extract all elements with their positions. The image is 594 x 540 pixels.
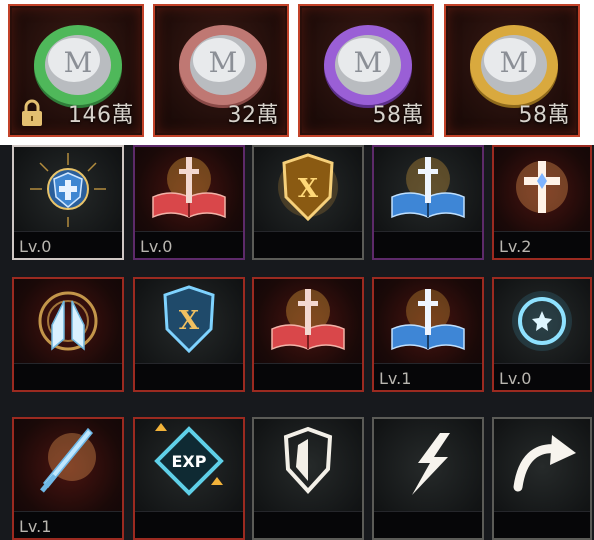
skill-level-bar — [135, 363, 243, 390]
skill-level-bar: Lv.0 — [14, 231, 122, 258]
skill-level: Lv.1 — [19, 517, 52, 536]
skill-slot[interactable] — [492, 417, 592, 540]
skill-level-bar — [254, 231, 362, 258]
blue-cross-shield-icon — [30, 153, 106, 227]
skill-level: Lv.1 — [379, 369, 412, 388]
gold-crest-shield-icon: X — [278, 153, 338, 222]
skill-slot[interactable] — [252, 277, 364, 392]
currency-bar: M 146萬 M 32萬 M 58萬 M 58萬 — [0, 0, 594, 145]
svg-text:EXP: EXP — [172, 452, 207, 471]
skill-slot[interactable]: Lv.0 — [133, 145, 245, 260]
skill-slot[interactable] — [372, 417, 484, 540]
blue-book-sword-icon — [391, 289, 465, 351]
skill-slot[interactable] — [372, 145, 484, 260]
skill-level: Lv.2 — [499, 237, 532, 256]
skill-slot[interactable] — [12, 277, 124, 392]
svg-text:M: M — [500, 46, 529, 79]
red-book-sword-icon — [271, 289, 345, 351]
skill-slot[interactable]: Lv.1 — [372, 277, 484, 392]
skill-level: Lv.0 — [19, 237, 52, 256]
skill-slot[interactable]: Lv.0 — [12, 145, 124, 260]
svg-text:M: M — [64, 46, 93, 79]
coin-amount: 32萬 — [227, 103, 279, 128]
star-ring-icon — [512, 291, 572, 351]
skill-slot[interactable]: Lv.1 — [12, 417, 124, 540]
praying-hands-icon — [38, 291, 98, 351]
split-shield-icon — [283, 426, 333, 494]
skill-level-bar — [374, 511, 482, 538]
skill-slot[interactable]: X — [133, 277, 245, 392]
lightning-bolt-icon — [412, 433, 450, 495]
skill-level-bar — [254, 363, 362, 390]
svg-text:M: M — [209, 46, 238, 79]
coin-slot-gold[interactable]: M 58萬 — [444, 4, 580, 137]
svg-text:X: X — [179, 306, 200, 336]
skill-slot[interactable] — [252, 417, 364, 540]
skill-level-bar — [135, 511, 243, 538]
curved-arrow-icon — [513, 435, 576, 492]
skill-level-bar: Lv.0 — [494, 363, 590, 390]
skill-level-bar: Lv.0 — [135, 231, 243, 258]
coin-amount: 58萬 — [518, 103, 570, 128]
skill-level-bar — [494, 511, 590, 538]
svg-text:X: X — [298, 174, 319, 204]
coin-slot-green[interactable]: M 146萬 — [8, 4, 144, 137]
skill-grid: Lv.0 Lv.0 X Lv.2 X Lv.1 Lv.0 Lv.1 EXP — [0, 145, 594, 540]
exp-boost-icon: EXP — [154, 423, 224, 496]
skill-slot[interactable]: EXP — [133, 417, 245, 540]
skill-slot[interactable]: Lv.0 — [492, 277, 592, 392]
skill-level-bar — [254, 511, 362, 538]
skill-level-bar — [374, 231, 482, 258]
glowing-sword-icon — [40, 427, 96, 493]
lock-icon — [22, 99, 42, 126]
coin-amount: 58萬 — [372, 103, 424, 128]
coin-amount: 146萬 — [68, 103, 134, 128]
white-cross-icon — [516, 161, 568, 213]
coin-slot-rose[interactable]: M 32萬 — [153, 4, 289, 137]
skill-level-bar: Lv.1 — [14, 511, 122, 538]
skill-level: Lv.0 — [140, 237, 173, 256]
skill-slot[interactable]: X — [252, 145, 364, 260]
skill-level-bar: Lv.2 — [494, 231, 590, 258]
blue-crest-shield-icon: X — [163, 285, 215, 354]
coin-slot-purple[interactable]: M 58萬 — [298, 4, 434, 137]
skill-slot[interactable]: Lv.2 — [492, 145, 592, 260]
skill-level: Lv.0 — [499, 369, 532, 388]
svg-text:M: M — [354, 46, 383, 79]
blue-book-sword-icon — [391, 157, 465, 219]
skill-level-bar: Lv.1 — [374, 363, 482, 390]
skill-level-bar — [14, 363, 122, 390]
red-book-sword-icon — [152, 157, 226, 219]
